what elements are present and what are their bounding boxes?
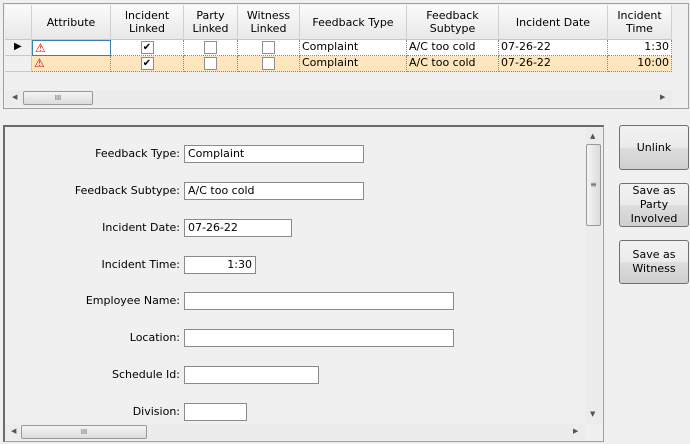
feedback-subtype-label: Feedback Subtype: bbox=[74, 184, 180, 197]
cell-incident-linked[interactable]: ✔ bbox=[111, 40, 184, 56]
checkbox[interactable] bbox=[204, 57, 217, 70]
scroll-right-icon[interactable]: ▶ bbox=[573, 427, 578, 435]
cell-incident-date[interactable]: 07-26-22 bbox=[499, 40, 608, 56]
col-header-incident-time[interactable]: Incident Time bbox=[608, 5, 672, 40]
incident-date-value: 07-26-22 bbox=[501, 56, 551, 69]
feedback-type-field[interactable]: Complaint bbox=[184, 145, 364, 163]
cell-feedback-subtype[interactable]: A/C too cold bbox=[407, 40, 499, 56]
incident-time-field[interactable]: 1:30 bbox=[184, 256, 256, 274]
col-header-attribute[interactable]: Attribute bbox=[32, 5, 111, 40]
scroll-up-icon[interactable]: ▲ bbox=[590, 132, 595, 140]
cell-attribute[interactable]: ⚠ bbox=[32, 56, 111, 72]
form-vertical-scrollbar[interactable]: ▲ ≡ ▼ bbox=[585, 127, 602, 424]
incident-grid[interactable]: Attribute Incident Linked Party Linked W… bbox=[3, 3, 689, 109]
incident-date-field[interactable]: 07-26-22 bbox=[184, 219, 292, 237]
form-area: Feedback Type: Complaint Feedback Subtyp… bbox=[5, 127, 585, 424]
feedback-type-label: Feedback Type: bbox=[95, 147, 180, 160]
incident-time-value: 1:30 bbox=[644, 40, 669, 53]
cell-feedback-type[interactable]: Complaint bbox=[300, 40, 407, 56]
detail-form-panel: Feedback Type: Complaint Feedback Subtyp… bbox=[3, 125, 604, 442]
feedback-type-value: Complaint bbox=[302, 56, 359, 69]
form-horizontal-scrollbar[interactable]: ◀ III ▶ bbox=[5, 424, 585, 440]
unlink-button[interactable]: Unlink bbox=[619, 125, 689, 170]
division-label: Division: bbox=[132, 405, 180, 418]
employee-name-field[interactable] bbox=[184, 292, 454, 310]
employee-name-label: Employee Name: bbox=[85, 294, 180, 307]
scroll-right-icon[interactable]: ▶ bbox=[660, 93, 665, 101]
scroll-thumb[interactable]: III bbox=[23, 91, 93, 105]
incident-date-value: 07-26-22 bbox=[501, 40, 551, 53]
incident-time-label: Incident Time: bbox=[101, 258, 180, 271]
warning-icon: ⚠ bbox=[34, 56, 45, 70]
col-header-party-linked[interactable]: Party Linked bbox=[184, 5, 238, 40]
cell-incident-date[interactable]: 07-26-22 bbox=[499, 56, 608, 72]
location-field[interactable] bbox=[184, 329, 454, 347]
cell-incident-linked[interactable]: ✔ bbox=[111, 56, 184, 72]
col-header-incident-linked[interactable]: Incident Linked bbox=[111, 5, 184, 40]
cell-party-linked[interactable] bbox=[184, 40, 238, 56]
checkbox[interactable]: ✔ bbox=[140, 41, 154, 54]
col-header-feedback-subtype[interactable]: Feedback Subtype bbox=[407, 5, 499, 40]
checkbox[interactable] bbox=[262, 41, 275, 54]
warning-icon: ⚠ bbox=[35, 41, 46, 55]
checkbox[interactable]: ✔ bbox=[140, 57, 154, 70]
save-as-party-involved-button[interactable]: Save as Party Involved bbox=[619, 183, 689, 227]
schedule-id-label: Schedule Id: bbox=[112, 368, 180, 381]
col-header-witness-linked[interactable]: Witness Linked bbox=[238, 5, 300, 40]
checkbox[interactable] bbox=[262, 57, 275, 70]
incident-time-value: 10:00 bbox=[637, 56, 669, 69]
cell-feedback-subtype[interactable]: A/C too cold bbox=[407, 56, 499, 72]
feedback-subtype-value: A/C too cold bbox=[409, 56, 476, 69]
cell-witness-linked[interactable] bbox=[238, 40, 300, 56]
row-header-corner bbox=[5, 5, 32, 40]
schedule-id-field[interactable] bbox=[184, 366, 319, 384]
division-field[interactable] bbox=[184, 403, 247, 421]
grid-horizontal-scrollbar[interactable]: ◀ III ▶ bbox=[5, 90, 672, 106]
scroll-thumb[interactable]: III bbox=[21, 425, 147, 439]
cell-witness-linked[interactable] bbox=[238, 56, 300, 72]
cell-incident-time[interactable]: 10:00 bbox=[608, 56, 672, 72]
cell-feedback-type[interactable]: Complaint bbox=[300, 56, 407, 72]
cell-party-linked[interactable] bbox=[184, 56, 238, 72]
scroll-left-icon[interactable]: ◀ bbox=[11, 427, 16, 435]
feedback-subtype-value: A/C too cold bbox=[409, 40, 476, 53]
incident-date-label: Incident Date: bbox=[102, 221, 180, 234]
row-selector[interactable]: ▶ bbox=[5, 40, 32, 56]
cell-incident-time[interactable]: 1:30 bbox=[608, 40, 672, 56]
location-label: Location: bbox=[129, 331, 180, 344]
cell-attribute[interactable]: ⚠ bbox=[32, 40, 111, 56]
col-header-incident-date[interactable]: Incident Date bbox=[499, 5, 608, 40]
feedback-type-value: Complaint bbox=[302, 40, 359, 53]
col-header-feedback-type[interactable]: Feedback Type bbox=[300, 5, 407, 40]
save-as-witness-button[interactable]: Save as Witness bbox=[619, 240, 689, 284]
scroll-down-icon[interactable]: ▼ bbox=[590, 410, 595, 418]
row-selector[interactable] bbox=[5, 56, 32, 72]
scroll-left-icon[interactable]: ◀ bbox=[12, 93, 17, 101]
current-row-icon: ▶ bbox=[14, 41, 22, 52]
checkbox[interactable] bbox=[204, 41, 217, 54]
vertical-scroll-thumb[interactable]: ≡ bbox=[586, 144, 601, 226]
feedback-subtype-field[interactable]: A/C too cold bbox=[184, 182, 364, 200]
